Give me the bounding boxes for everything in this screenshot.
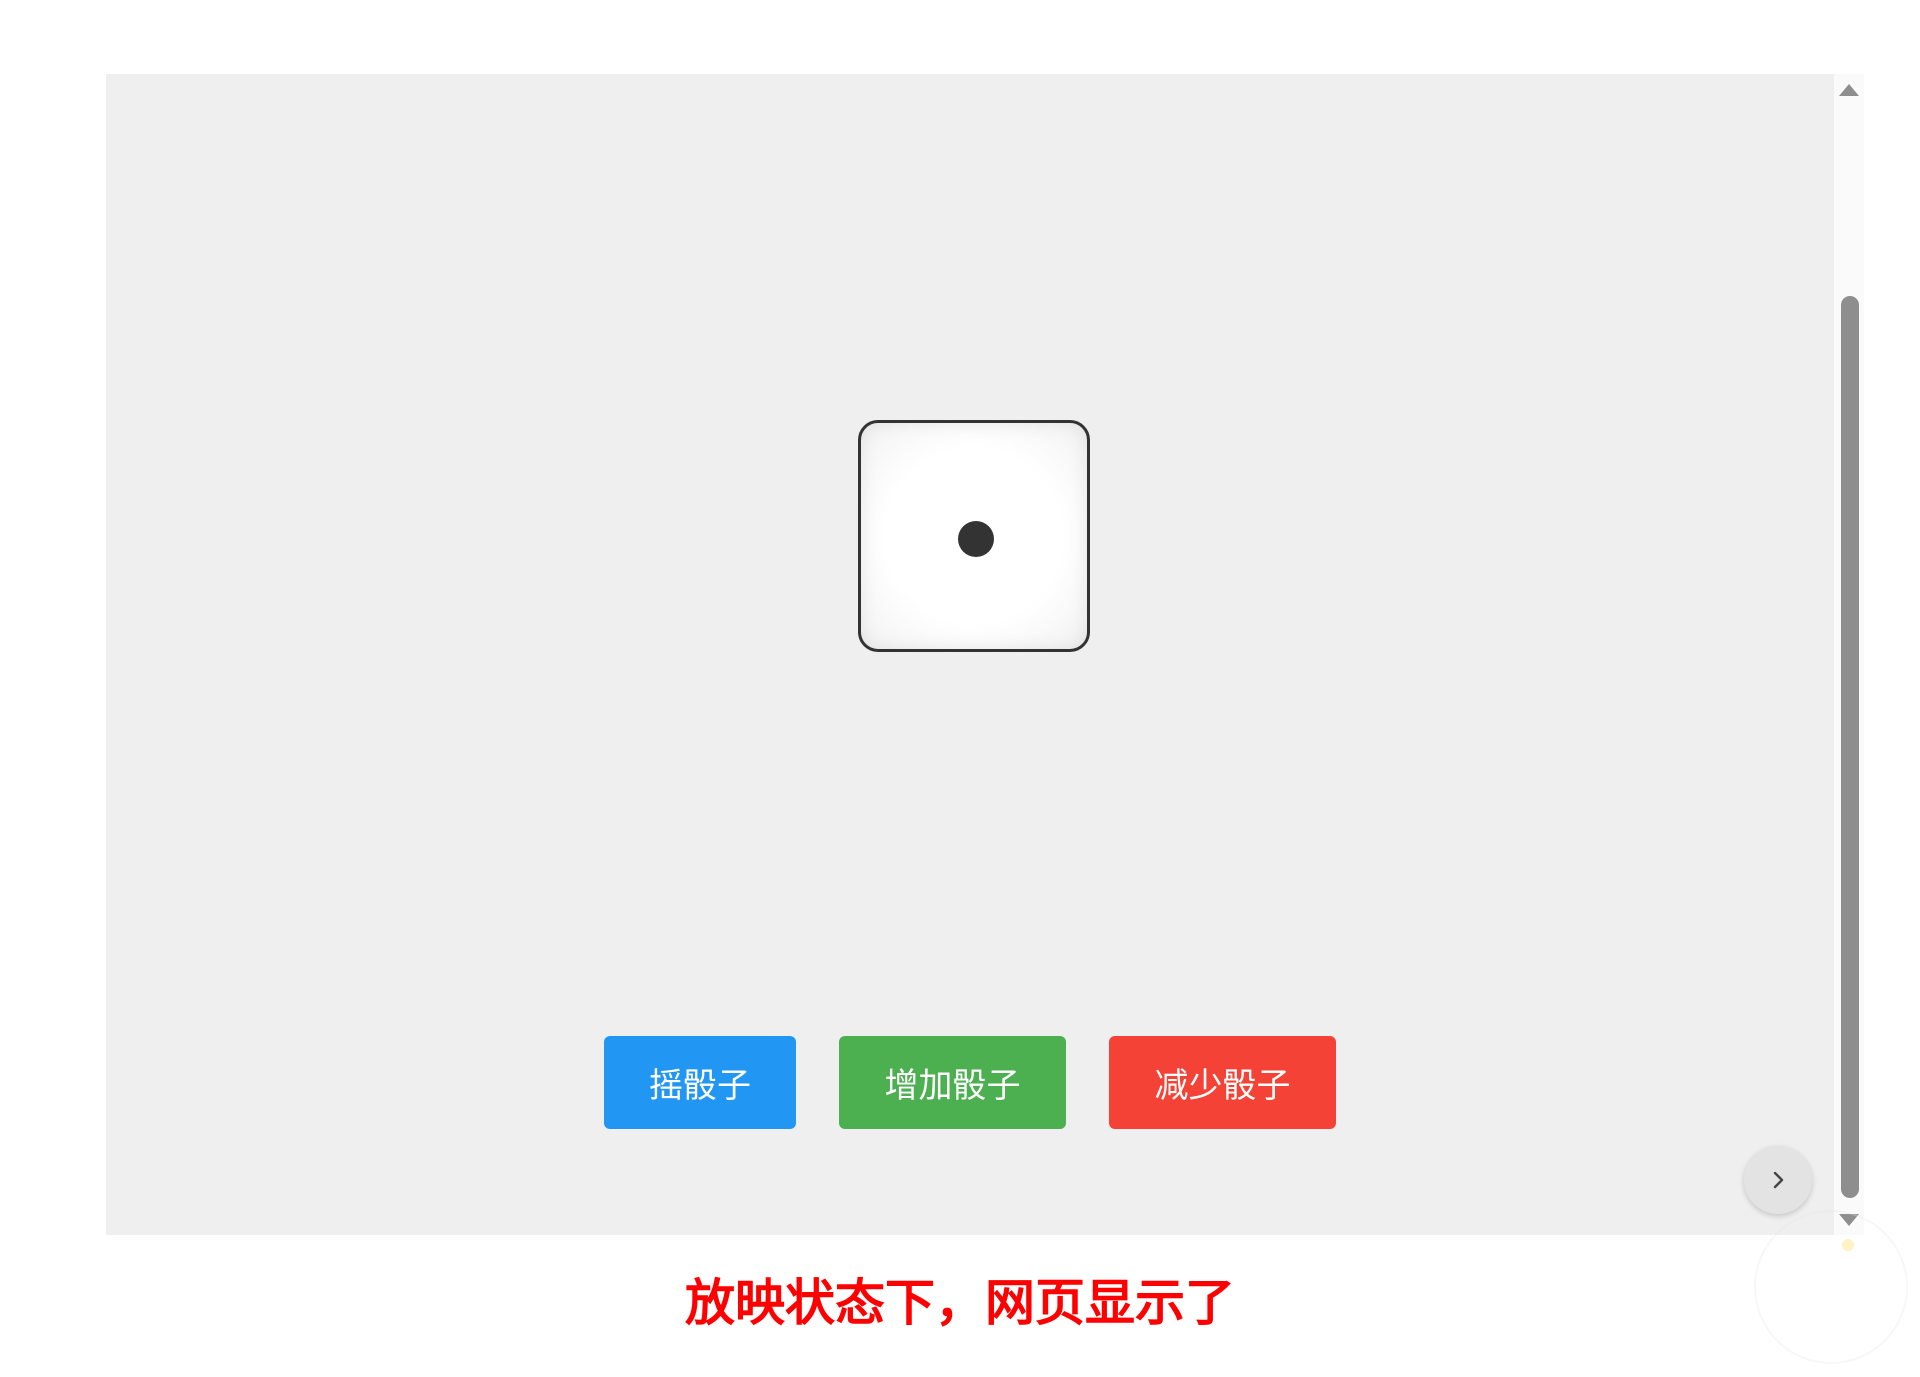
page: 摇骰子 增加骰子 减少骰子 放映状态下，网页显示了	[0, 0, 1920, 1377]
watermark-logo	[1754, 1210, 1908, 1364]
chevron-right-icon	[1773, 1171, 1784, 1189]
scrollbar-thumb[interactable]	[1841, 296, 1859, 1198]
remove-dice-button[interactable]: 减少骰子	[1109, 1036, 1336, 1129]
watermark-dot	[1842, 1239, 1854, 1251]
dice	[858, 420, 1090, 652]
next-slide-button[interactable]	[1744, 1146, 1812, 1214]
presentation-frame: 摇骰子 增加骰子 减少骰子	[106, 74, 1834, 1235]
vertical-scrollbar[interactable]	[1834, 74, 1864, 1235]
caption-text: 放映状态下，网页显示了	[685, 1274, 1235, 1332]
add-dice-button[interactable]: 增加骰子	[839, 1036, 1066, 1129]
dice-pip	[958, 521, 994, 557]
scroll-up-arrow-icon[interactable]	[1839, 84, 1859, 96]
roll-dice-button[interactable]: 摇骰子	[604, 1036, 796, 1129]
